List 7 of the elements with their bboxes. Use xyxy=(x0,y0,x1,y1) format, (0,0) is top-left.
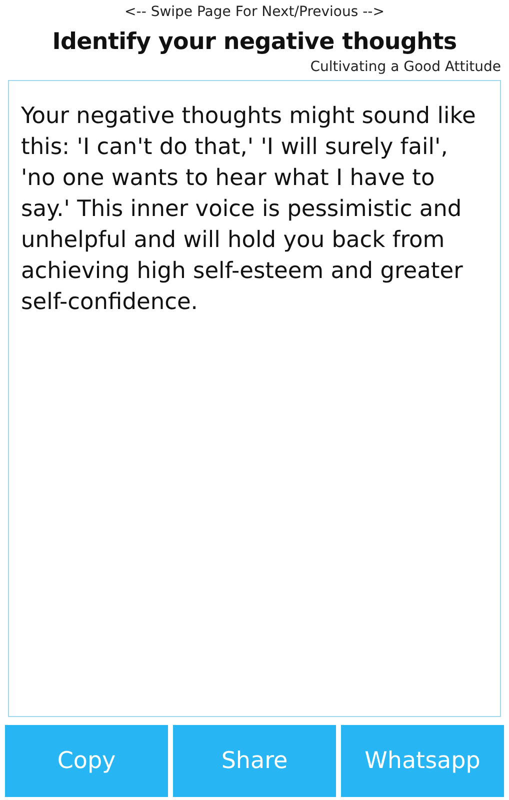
body-text: Your negative thoughts might sound like this: 'I can't do that,' 'I will surely fail', 'no one wants to hear what I have to say.' This inner voice is pessimistic and unhelpful and will hold you back from achieving high self-esteem and greater self-confidence. xyxy=(8,80,501,717)
action-button[interactable]: Copy xyxy=(5,725,168,797)
action-button[interactable]: Share xyxy=(173,725,336,797)
category-label: Cultivating a Good Attitude xyxy=(309,58,502,76)
page-title: Identify your negative thoughts xyxy=(51,28,458,57)
swipe-hint: <-- Swipe Page For Next/Previous --> xyxy=(124,3,386,21)
action-button[interactable]: Whatsapp xyxy=(341,725,504,797)
